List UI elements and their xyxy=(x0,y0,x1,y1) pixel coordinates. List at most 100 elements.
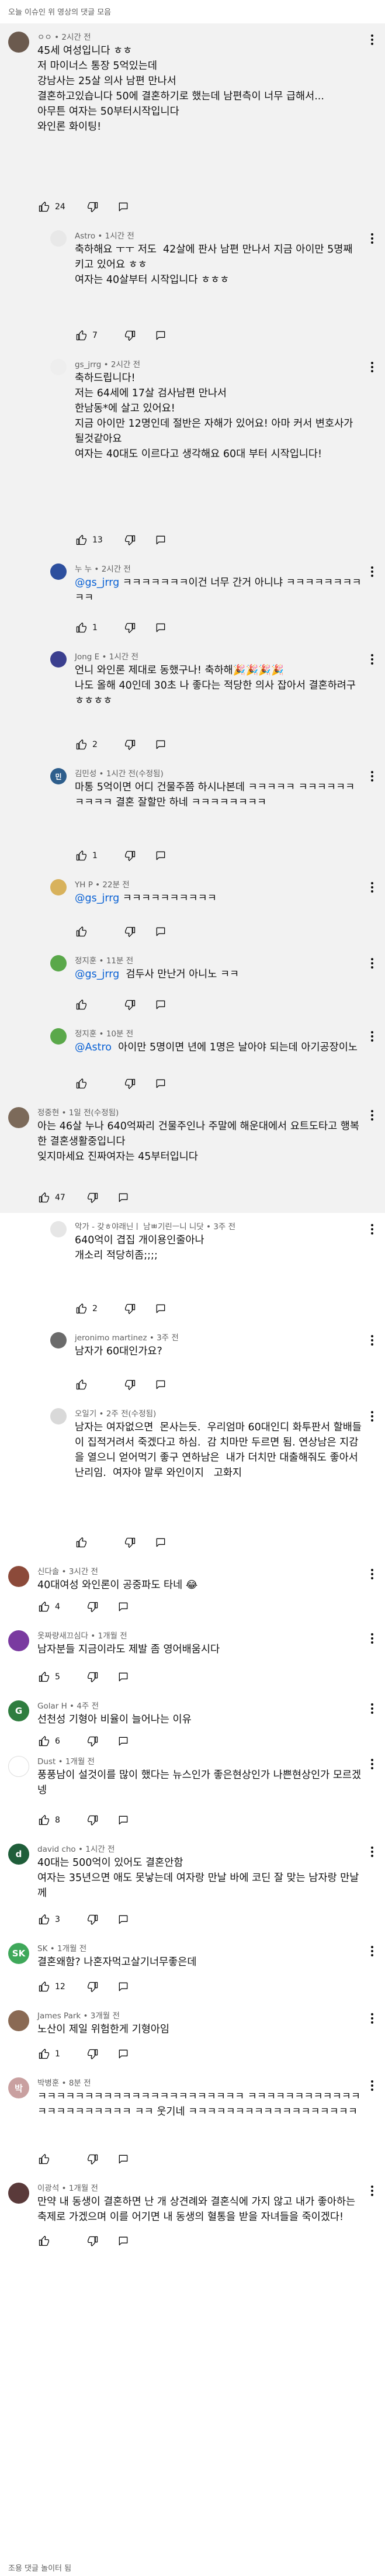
author-name[interactable]: Jong E xyxy=(75,652,99,662)
more-options-icon[interactable] xyxy=(367,769,377,783)
dislike-icon[interactable] xyxy=(86,1600,99,1613)
author-name[interactable]: James Park xyxy=(37,2011,81,2021)
dislike-icon[interactable] xyxy=(124,1378,137,1391)
avatar[interactable] xyxy=(50,955,67,971)
dislike-icon[interactable] xyxy=(86,1191,99,1204)
author-name[interactable]: 옷짜량새끄심다 xyxy=(37,1631,88,1641)
reply-icon[interactable] xyxy=(154,998,167,1011)
more-options-icon[interactable] xyxy=(367,1567,377,1581)
mention-link[interactable]: @gs_jrrg xyxy=(75,577,119,589)
dislike-icon[interactable] xyxy=(86,1671,99,1683)
dislike-icon[interactable] xyxy=(124,738,137,751)
more-options-icon[interactable] xyxy=(367,1222,377,1236)
like-icon[interactable] xyxy=(37,1671,50,1683)
reply-icon[interactable] xyxy=(117,1671,130,1683)
dislike-icon[interactable] xyxy=(124,534,137,547)
avatar[interactable]: 민 xyxy=(50,768,67,784)
avatar[interactable] xyxy=(50,879,67,895)
reply-icon[interactable] xyxy=(154,849,167,862)
more-options-icon[interactable] xyxy=(367,231,377,246)
more-options-icon[interactable] xyxy=(367,1029,377,1043)
reply-icon[interactable] xyxy=(117,1735,130,1748)
like-icon[interactable] xyxy=(37,1191,50,1204)
like-icon[interactable] xyxy=(37,2048,50,2060)
avatar[interactable] xyxy=(8,1756,29,1777)
avatar[interactable]: d xyxy=(8,1844,29,1865)
avatar[interactable] xyxy=(50,1408,67,1424)
more-options-icon[interactable] xyxy=(367,1108,377,1122)
like-icon[interactable] xyxy=(75,738,88,751)
reply-icon[interactable] xyxy=(154,1077,167,1090)
comment-time[interactable]: 1일 전(수정됨) xyxy=(69,1108,119,1118)
author-name[interactable]: 신다솔 xyxy=(37,1567,59,1576)
dislike-icon[interactable] xyxy=(86,1814,99,1827)
avatar[interactable] xyxy=(50,563,67,580)
comment-time[interactable]: 3시간 전 xyxy=(69,1567,98,1576)
dislike-icon[interactable] xyxy=(124,621,137,634)
like-icon[interactable] xyxy=(75,998,88,1011)
mention-link[interactable]: @gs_jrrg xyxy=(75,969,119,980)
more-options-icon[interactable] xyxy=(367,33,377,47)
mention-link[interactable]: @gs_jrrg xyxy=(75,893,119,904)
comment-time[interactable]: 1개월 전 xyxy=(98,1631,127,1641)
dislike-icon[interactable] xyxy=(124,925,137,938)
reply-icon[interactable] xyxy=(154,1536,167,1549)
like-icon[interactable] xyxy=(37,1913,50,1926)
comment-time[interactable]: 1시간 전 xyxy=(85,1845,115,1854)
more-options-icon[interactable] xyxy=(367,1944,377,1958)
like-icon[interactable] xyxy=(75,1378,88,1391)
author-name[interactable]: 박병훈 xyxy=(37,2079,59,2088)
avatar[interactable] xyxy=(8,1630,29,1651)
comment-time[interactable]: 11분 전 xyxy=(106,956,133,966)
more-options-icon[interactable] xyxy=(367,880,377,894)
dislike-icon[interactable] xyxy=(124,329,137,342)
more-options-icon[interactable] xyxy=(367,956,377,970)
author-name[interactable]: 이광석 xyxy=(37,2184,59,2193)
dislike-icon[interactable] xyxy=(124,849,137,862)
reply-icon[interactable] xyxy=(117,2048,130,2060)
comment-time[interactable]: 1시간 전(수정됨) xyxy=(106,769,164,779)
more-options-icon[interactable] xyxy=(367,1845,377,1859)
avatar[interactable] xyxy=(50,359,67,375)
reply-icon[interactable] xyxy=(117,1980,130,1993)
like-icon[interactable] xyxy=(75,849,88,862)
comment-time[interactable]: 3주 전 xyxy=(157,1333,179,1343)
dislike-icon[interactable] xyxy=(124,1077,137,1090)
dislike-icon[interactable] xyxy=(124,1536,137,1549)
avatar[interactable] xyxy=(8,1107,29,1128)
more-options-icon[interactable] xyxy=(367,2079,377,2093)
like-icon[interactable] xyxy=(75,534,88,547)
more-options-icon[interactable] xyxy=(367,1409,377,1423)
author-name[interactable]: SK xyxy=(37,1944,47,1953)
avatar[interactable] xyxy=(50,1332,67,1348)
comment-time[interactable]: 2시간 전 xyxy=(111,360,140,369)
comment-time[interactable]: 1시간 전 xyxy=(105,231,134,241)
reply-icon[interactable] xyxy=(117,2153,130,2166)
dislike-icon[interactable] xyxy=(124,1302,137,1315)
reply-icon[interactable] xyxy=(154,329,167,342)
author-name[interactable]: 정지훈 xyxy=(75,1029,96,1039)
comment-time[interactable]: 4주 전 xyxy=(77,1702,99,1711)
reply-icon[interactable] xyxy=(154,925,167,938)
author-name[interactable]: 악가 - 갖ㅎ야래닌ㅣ 남ㅃ기린ㅡ니 니닷 xyxy=(75,1222,204,1232)
more-options-icon[interactable] xyxy=(367,652,377,666)
dislike-icon[interactable] xyxy=(86,1735,99,1748)
like-icon[interactable] xyxy=(37,1980,50,1993)
comment-time[interactable]: 2시간 전 xyxy=(61,33,91,42)
author-name[interactable]: jeronimo martinez xyxy=(75,1333,147,1343)
dislike-icon[interactable] xyxy=(86,1980,99,1993)
like-icon[interactable] xyxy=(75,621,88,634)
reply-icon[interactable] xyxy=(154,621,167,634)
like-icon[interactable] xyxy=(37,2235,50,2247)
author-name[interactable]: ㅇㅇ xyxy=(37,33,52,42)
avatar[interactable] xyxy=(8,32,29,53)
avatar[interactable] xyxy=(50,1028,67,1045)
more-options-icon[interactable] xyxy=(367,2184,377,2198)
reply-icon[interactable] xyxy=(117,1600,130,1613)
reply-icon[interactable] xyxy=(117,1814,130,1827)
mention-link[interactable]: @Astro xyxy=(75,1042,112,1053)
more-options-icon[interactable] xyxy=(367,1757,377,1771)
like-icon[interactable] xyxy=(37,200,50,213)
like-icon[interactable] xyxy=(75,1077,88,1090)
comment-time[interactable]: 3주 전 xyxy=(213,1222,235,1232)
